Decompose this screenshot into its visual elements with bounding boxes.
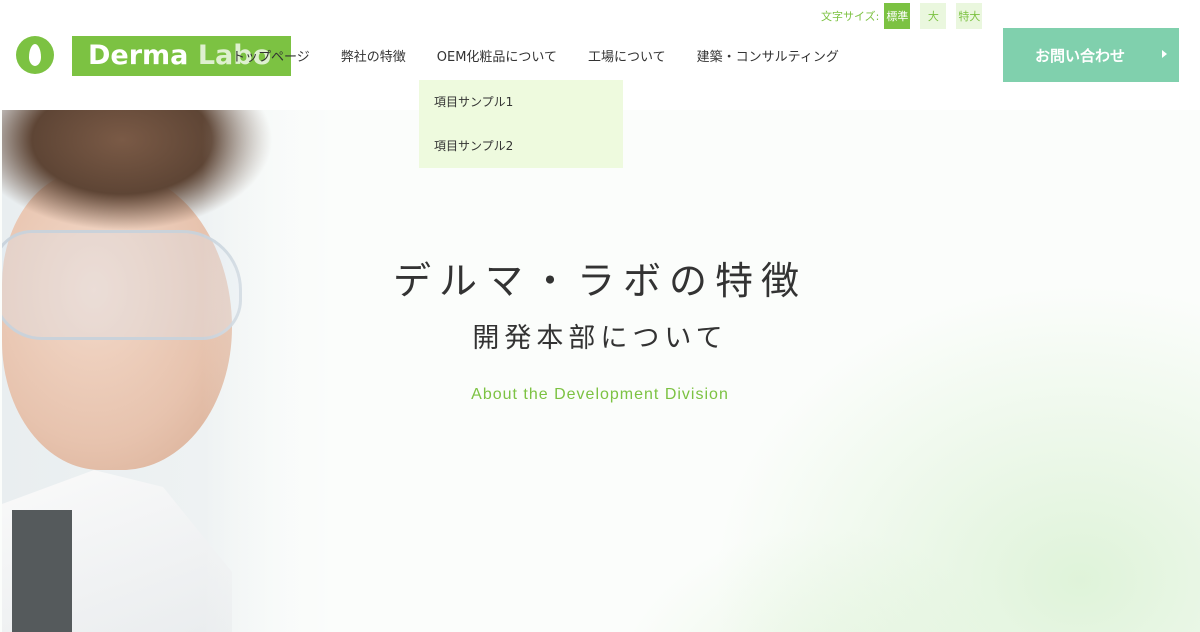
font-size-selector: 文字サイズ: 標準 大 特大 <box>821 3 992 29</box>
main-nav: トップページ 弊社の特徴 OEM化粧品について 工場について 建築・コンサルティ… <box>232 46 870 65</box>
dropdown-item-sample-2[interactable]: 項目サンプル2 <box>434 137 513 154</box>
hero-photo <box>2 110 342 632</box>
nav-item-features[interactable]: 弊社の特徴 <box>341 46 406 65</box>
contact-button[interactable]: お問い合わせ <box>1003 28 1179 82</box>
nav-item-construction[interactable]: 建築・コンサルティング <box>697 46 839 65</box>
font-size-large-button[interactable]: 大 <box>920 3 947 29</box>
nav-item-oem[interactable]: OEM化粧品について <box>437 46 557 65</box>
logo-drop-icon <box>16 36 54 74</box>
font-size-xlarge-button[interactable]: 特大 <box>956 3 983 29</box>
font-size-standard-button[interactable]: 標準 <box>884 3 911 29</box>
chevron-right-icon <box>1162 50 1167 58</box>
hero-english-subtitle: About the Development Division <box>471 386 729 403</box>
dark-shirt <box>12 510 72 632</box>
logo-text-derma: Derma <box>88 40 189 71</box>
hero-title: デルマ・ラボの特徴 <box>392 259 807 303</box>
oem-dropdown-menu: 項目サンプル1 項目サンプル2 <box>419 80 623 168</box>
hero-section <box>0 110 1200 632</box>
nav-item-top[interactable]: トップページ <box>232 46 310 65</box>
photo-fade <box>202 110 342 632</box>
site-logo[interactable]: Derma Labo <box>16 36 291 76</box>
font-size-label: 文字サイズ: <box>821 10 880 23</box>
contact-button-label: お問い合わせ <box>1035 46 1126 65</box>
hero-subtitle: 開発本部について <box>472 323 728 354</box>
dropdown-item-sample-1[interactable]: 項目サンプル1 <box>434 93 513 110</box>
nav-item-factory[interactable]: 工場について <box>588 46 666 65</box>
